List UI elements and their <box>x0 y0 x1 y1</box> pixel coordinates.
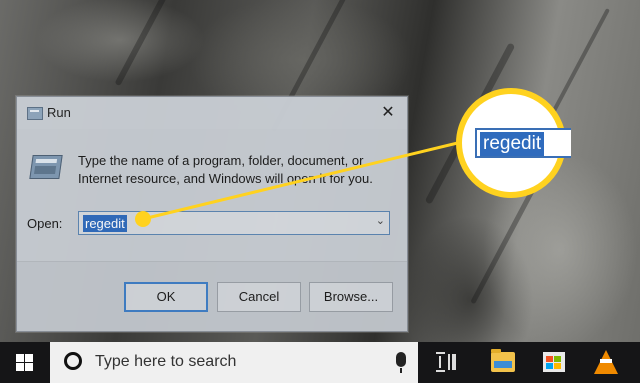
search-placeholder: Type here to search <box>95 353 237 370</box>
browse-button[interactable]: Browse... <box>309 282 393 312</box>
callout-zoomed-input: regedit <box>475 128 571 158</box>
cancel-button[interactable]: Cancel <box>217 282 301 312</box>
cortana-icon[interactable] <box>64 352 82 370</box>
open-input-value[interactable]: regedit <box>83 215 127 232</box>
run-program-icon <box>29 155 63 179</box>
button-area: OK Cancel Browse... <box>17 261 407 331</box>
open-input[interactable]: regedit ⌄ <box>78 211 390 235</box>
taskbar: Type here to search <box>0 342 640 383</box>
open-label: Open: <box>27 216 63 231</box>
task-view-icon[interactable] <box>436 352 456 372</box>
taskbar-search-box[interactable]: Type here to search <box>50 342 418 383</box>
run-dialog: Run ✕ Type the name of a program, folder… <box>16 96 408 332</box>
callout-dot <box>135 211 151 227</box>
microphone-icon[interactable] <box>396 352 406 373</box>
title-bar: Run ✕ <box>17 97 407 129</box>
ok-button[interactable]: OK <box>124 282 208 312</box>
microsoft-store-icon[interactable] <box>543 352 565 372</box>
instructions-text: Type the name of a program, folder, docu… <box>78 153 373 186</box>
chevron-down-icon[interactable]: ⌄ <box>376 214 385 227</box>
callout-zoomed-value: regedit <box>480 132 545 156</box>
dialog-title: Run <box>47 105 71 120</box>
windows-start-icon[interactable] <box>0 342 50 383</box>
vlc-icon[interactable] <box>594 350 618 374</box>
run-app-icon <box>27 107 43 120</box>
file-explorer-icon[interactable] <box>491 349 515 372</box>
close-button[interactable]: ✕ <box>375 101 401 125</box>
